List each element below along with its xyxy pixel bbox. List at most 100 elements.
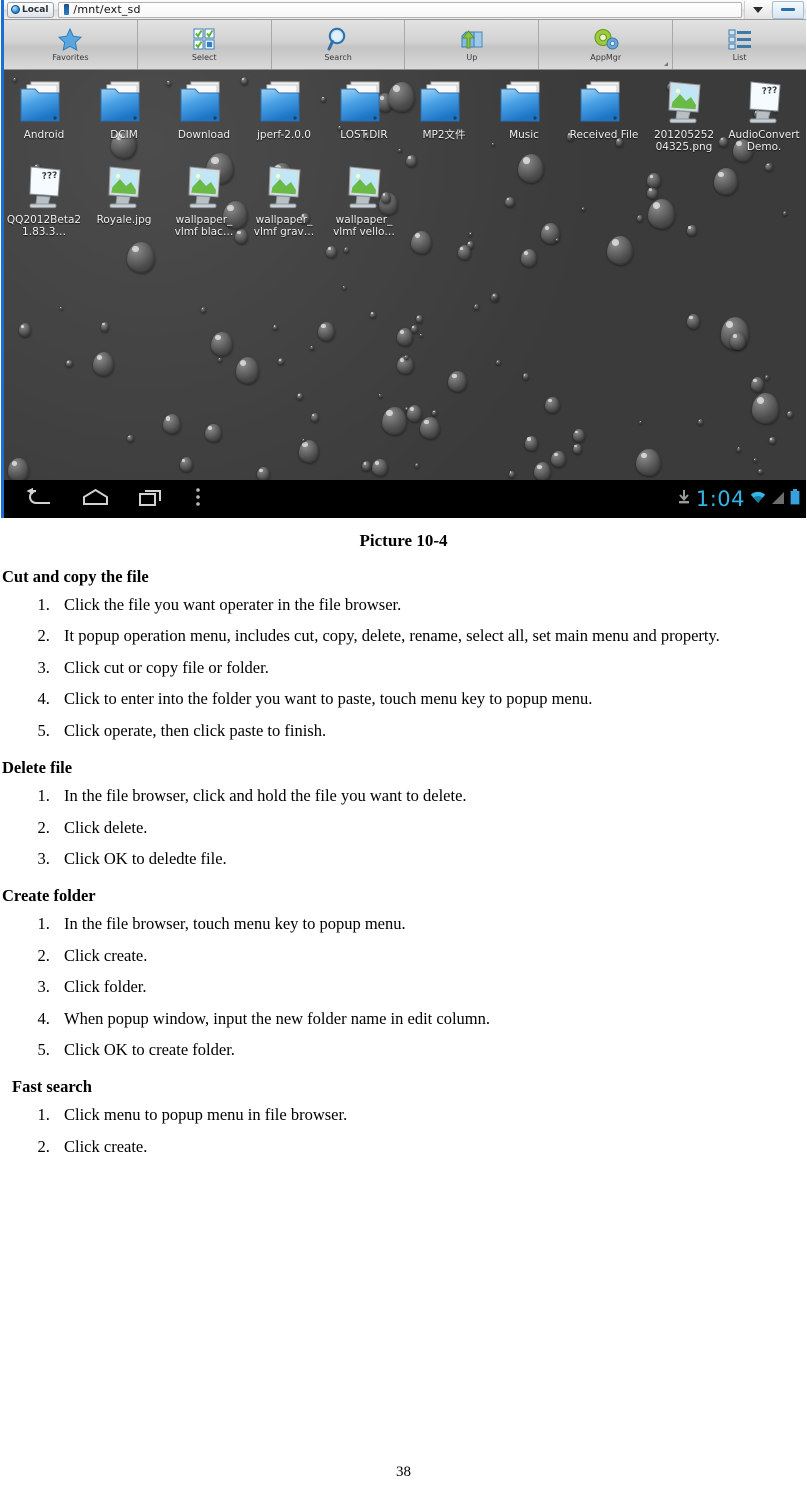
file-item[interactable]: Android [4, 74, 84, 153]
file-item[interactable]: Music [484, 74, 564, 153]
file-label: LOST.DIR [340, 129, 388, 141]
image-icon [260, 159, 308, 211]
toolbar-label: Up [466, 53, 478, 62]
chevron-down-icon [753, 6, 763, 13]
file-item[interactable]: jperf-2.0.0 [244, 74, 324, 153]
file-item[interactable]: ??? QQ2012Beta2 1.83.3… [4, 159, 84, 238]
path-address-bar[interactable]: /mnt/ext_sd [58, 1, 742, 18]
file-item[interactable]: Received File [564, 74, 644, 153]
document-icon: ??? [740, 74, 788, 126]
wifi-icon [750, 490, 766, 509]
folder-icon [257, 74, 311, 126]
folder-icon [97, 74, 151, 126]
overflow-menu-icon[interactable] [195, 487, 201, 511]
expand-corner-icon [664, 62, 669, 66]
image-icon [180, 159, 228, 211]
section-step-list: In the file browser, click and hold the … [2, 784, 785, 870]
toolbar-label: AppMgr [590, 53, 622, 62]
section-step-list: Click the file you want operater in the … [2, 593, 785, 742]
toolbar-item-up[interactable]: Up [405, 20, 540, 69]
toolbar-label: Select [191, 53, 217, 62]
folder-up-arrow-icon [459, 27, 485, 51]
toolbar-item-appmgr[interactable]: AppMgr [539, 20, 674, 69]
back-icon[interactable] [26, 487, 52, 510]
document-icon: ??? [20, 159, 68, 211]
path-dropdown-button[interactable] [744, 0, 771, 19]
file-item[interactable]: Royale.jpg [84, 159, 164, 238]
file-browser-toolbar: Favorites Select Search Up AppMgr List [4, 20, 806, 70]
file-item[interactable]: LOST.DIR [324, 74, 404, 153]
step-item: In the file browser, click and hold the … [54, 784, 785, 807]
globe-icon [11, 5, 20, 14]
file-label: Received File [569, 129, 639, 141]
file-item[interactable]: wallpaper_ vlmf vello… [324, 159, 404, 238]
file-item[interactable]: ??? AudioConvert Demo. [724, 74, 804, 153]
file-grid: Android DCIM Download jperf-2.0.0 LOST.DIR MP… [4, 74, 806, 244]
file-item[interactable]: DCIM [84, 74, 164, 153]
star-icon [58, 27, 83, 51]
toolbar-item-search[interactable]: Search [272, 20, 406, 69]
step-item: In the file browser, touch menu key to p… [54, 912, 785, 935]
file-label: Android [23, 129, 65, 141]
file-label: AudioConvert Demo. [728, 129, 800, 153]
folder-icon [577, 74, 631, 126]
file-item[interactable]: wallpaper_ vlmf blac… [164, 159, 244, 238]
recent-apps-icon[interactable] [139, 488, 165, 510]
section-heading: Create folder [2, 886, 96, 906]
home-icon[interactable] [82, 488, 109, 510]
file-item[interactable]: 201205252 04325.png [644, 74, 724, 153]
section-heading: Cut and copy the file [2, 567, 149, 586]
step-item: Click OK to deledte file. [54, 847, 785, 870]
step-item: Click operate, then click paste to finis… [54, 719, 785, 742]
file-browser-screenshot: Local /mnt/ext_sd Favorites Select Searc… [1, 0, 806, 518]
figure-caption: Picture 10-4 [359, 531, 448, 550]
folder-icon [17, 74, 71, 126]
section-heading: Delete file [2, 758, 73, 778]
step-item: Click the file you want operater in the … [54, 593, 785, 616]
local-storage-button[interactable]: Local [7, 1, 55, 18]
step-item: Click create. [54, 1135, 785, 1158]
step-item: When popup window, input the new folder … [54, 1007, 785, 1030]
toolbar-item-select[interactable]: Select [138, 20, 272, 69]
toolbar-item-list[interactable]: List [673, 20, 806, 69]
document-body: Cut and copy the file Click the file you … [0, 567, 807, 1158]
svg-text:???: ??? [762, 86, 778, 97]
toolbar-label: List [732, 53, 747, 62]
section-step-list: Click menu to popup menu in file browser… [2, 1103, 785, 1158]
file-label: QQ2012Beta2 1.83.3… [6, 214, 82, 238]
minimize-button[interactable] [772, 0, 804, 19]
signal-icon [771, 490, 785, 509]
file-item[interactable]: MP2文件 [404, 74, 484, 153]
local-button-label: Local [22, 4, 49, 15]
sdcard-icon [64, 4, 70, 15]
minimize-icon [781, 8, 795, 11]
folder-icon [337, 74, 391, 126]
toolbar-item-favorites[interactable]: Favorites [4, 20, 138, 69]
section-step-list: In the file browser, touch menu key to p… [2, 912, 785, 1061]
step-item: Click cut or copy file or folder. [54, 656, 785, 679]
status-clock: 1:04 [695, 487, 745, 511]
image-icon [340, 159, 388, 211]
toolbar-label: Search [324, 53, 352, 62]
status-icons: 1:04 [677, 487, 800, 511]
folder-icon [497, 74, 551, 126]
file-item[interactable]: Download [164, 74, 244, 153]
magnifier-icon [327, 27, 349, 51]
page-number: 38 [396, 1464, 411, 1480]
path-text: /mnt/ext_sd [73, 3, 141, 16]
nav-buttons [26, 487, 201, 511]
file-label: wallpaper_ vlmf blac… [174, 214, 234, 238]
download-status-icon [677, 489, 691, 509]
image-icon [100, 159, 148, 211]
file-label: Music [509, 129, 539, 141]
file-label: jperf-2.0.0 [257, 129, 311, 141]
file-item[interactable]: wallpaper_ vlmf grav… [244, 159, 324, 238]
window-title-bar: Local /mnt/ext_sd [4, 0, 806, 20]
step-item: Click delete. [54, 816, 785, 839]
file-label: Download [177, 129, 231, 141]
step-item: Click menu to popup menu in file browser… [54, 1103, 785, 1126]
step-item: Click to enter into the folder you want … [54, 687, 785, 710]
step-item: It popup operation menu, includes cut, c… [54, 624, 785, 647]
file-label: wallpaper_ vlmf grav… [253, 214, 315, 238]
list-view-icon [728, 27, 752, 51]
